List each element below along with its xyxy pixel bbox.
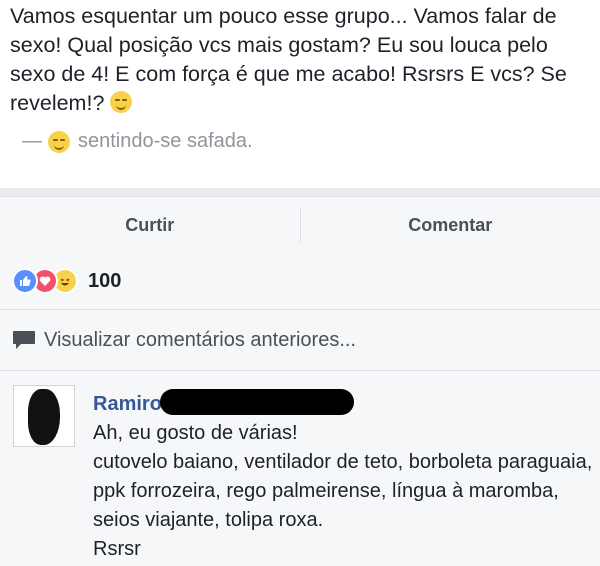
feeling-dash: — [22, 130, 42, 152]
post-text: Vamos esquentar um pouco esse grupo... V… [10, 2, 595, 118]
reaction-icons [12, 268, 78, 294]
avatar[interactable] [13, 385, 75, 447]
redaction-bar [159, 389, 354, 415]
feeling-label[interactable]: sentindo-se safada. [78, 130, 253, 153]
smirk-emoji-icon [110, 91, 133, 113]
view-previous-comments-label[interactable]: Visualizar comentários anteriores... [44, 329, 356, 352]
like-icon [12, 268, 38, 294]
comment-bubble-icon [13, 331, 35, 349]
comment-line: cutovelo baiano, ventilador de teto, bor… [93, 451, 593, 531]
action-bar: Curtir Comentar [0, 196, 600, 254]
view-previous-comments[interactable]: Visualizar comentários anteriores... [0, 310, 600, 371]
section-divider [0, 188, 600, 196]
comment-line: Ah, eu gosto de várias! [93, 422, 298, 444]
post-message: Vamos esquentar um pouco esse grupo... V… [10, 4, 567, 115]
comment-button[interactable]: Comentar [301, 197, 600, 253]
smirk-emoji-icon [48, 130, 70, 153]
comment-author[interactable]: Ramiro [93, 393, 162, 415]
like-button[interactable]: Curtir [0, 197, 300, 253]
feeling-status: — sentindo-se safada. [22, 130, 253, 153]
comment-line: Rsrsr [93, 538, 141, 560]
comment-header: Ramiro [93, 389, 593, 419]
redaction-mark [28, 389, 60, 445]
comment-body: Ramiro Ah, eu gosto de várias! cutovelo … [93, 389, 593, 564]
reactions-summary[interactable]: 100 [0, 253, 600, 310]
reaction-count[interactable]: 100 [88, 270, 121, 293]
comment-item: Ramiro Ah, eu gosto de várias! cutovelo … [0, 371, 600, 566]
